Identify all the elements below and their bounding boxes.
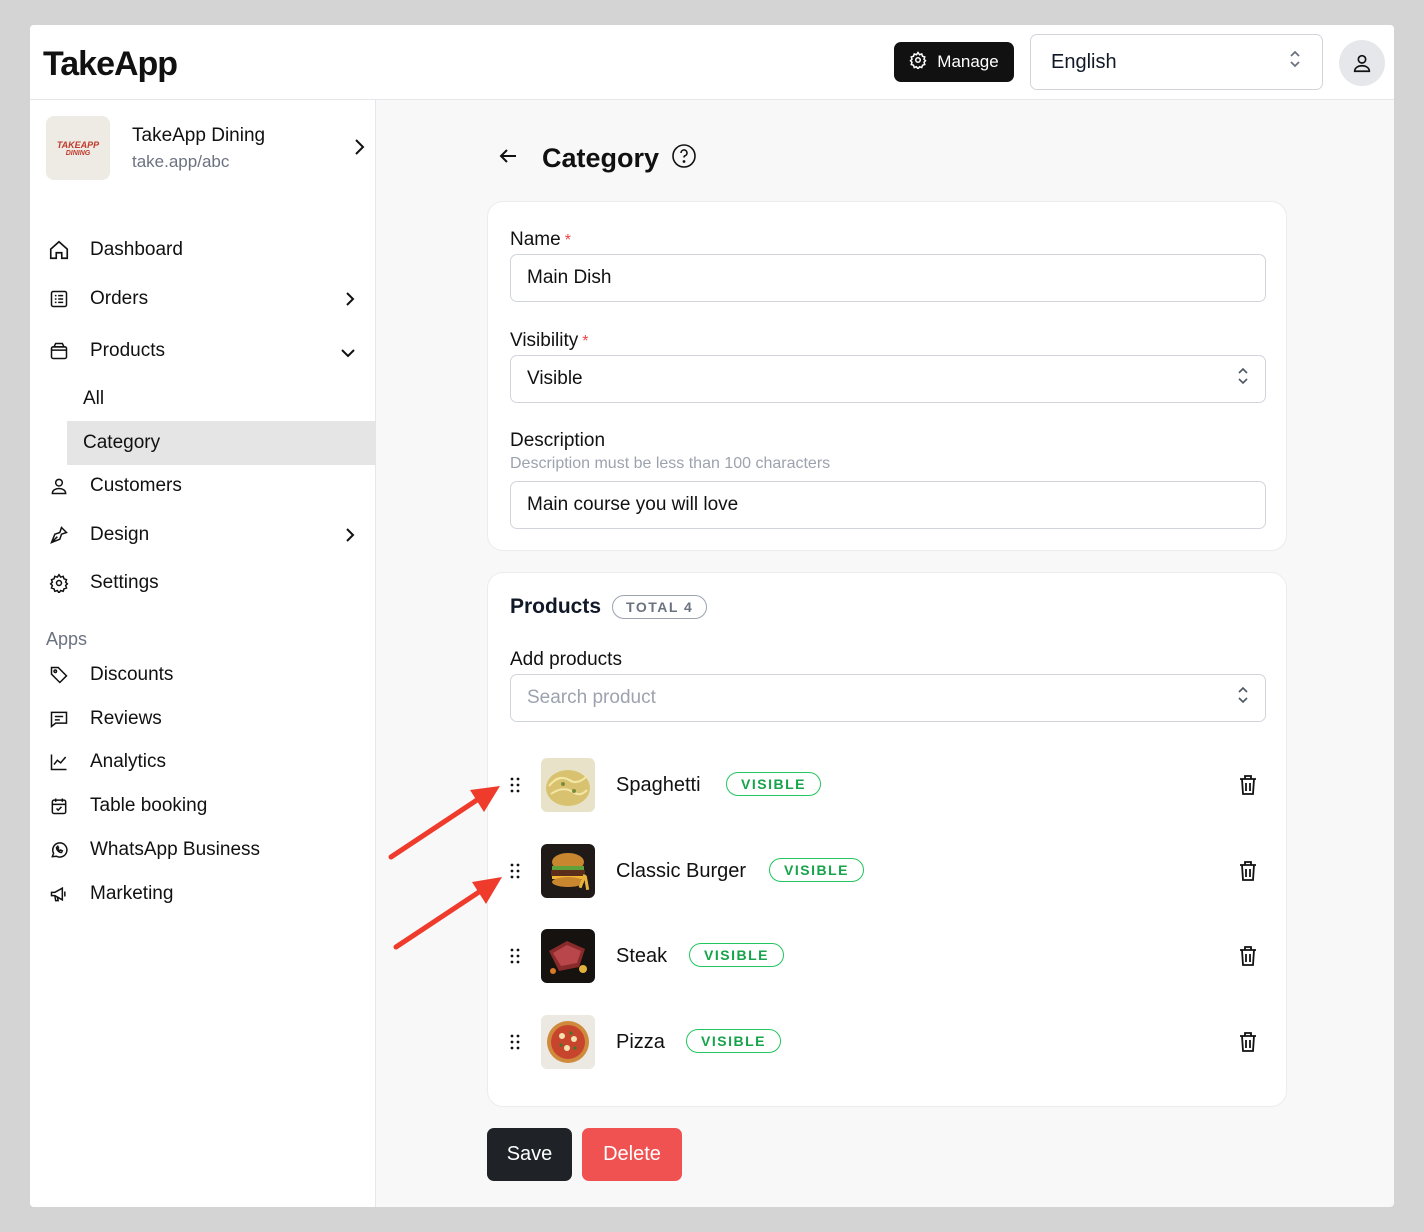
user-avatar[interactable] [1339,40,1385,86]
sidebar-item-table-booking[interactable]: Table booking [30,784,376,828]
product-name: Pizza [616,1031,665,1053]
gear-icon [909,50,927,74]
message-icon [48,708,70,730]
drag-handle-icon[interactable] [510,1034,520,1055]
app-window: TakeApp Manage English TAKEAPP DINING Ta… [30,25,1394,1207]
sidebar-item-discounts[interactable]: Discounts [30,653,376,697]
megaphone-icon [48,883,70,905]
visibility-label: Visibility * [510,330,589,351]
trash-icon[interactable] [1238,860,1258,887]
name-input[interactable]: Main Dish [510,254,1266,302]
list-icon [48,288,70,310]
tag-icon [48,664,70,686]
chevron-updown-icon [1288,49,1302,75]
sidebar-subitem-category[interactable]: Category [67,421,376,465]
store-switcher[interactable]: TAKEAPP DINING TakeApp Dining take.app/a… [46,116,366,180]
user-icon [1353,54,1371,73]
sidebar-item-customers[interactable]: Customers [30,464,376,508]
visibility-select[interactable]: Visible [510,355,1266,403]
page-title: Category [542,142,660,173]
sidebar-item-whatsapp-business[interactable]: WhatsApp Business [30,828,376,872]
description-label: Description [510,430,606,451]
add-products-label: Add products [510,649,622,670]
description-input[interactable]: Main course you will love [510,481,1266,529]
chevron-down-icon [340,343,356,365]
apps-section-label: Apps [46,629,88,649]
sidebar-item-dashboard[interactable]: Dashboard [30,228,376,272]
products-heading: Products TOTAL 4 [510,595,708,619]
pen-icon [48,524,70,546]
name-label: Name * [510,229,571,250]
chevron-updown-icon [1237,686,1249,710]
category-details-card: Name * Main Dish Visibility * Visible Desc… [487,201,1287,551]
sidebar: TAKEAPP DINING TakeApp Dining take.app/a… [30,100,376,1207]
save-button[interactable]: Save [487,1128,572,1181]
product-name: Classic Burger [616,860,747,882]
language-select[interactable]: English [1030,34,1323,90]
product-row: Classic Burger VISIBLE [488,844,1286,900]
help-icon[interactable] [671,143,697,174]
trash-icon[interactable] [1238,1031,1258,1058]
top-bar: TakeApp Manage English [30,25,1394,100]
search-product-select[interactable]: Search product [510,674,1266,722]
sidebar-item-analytics[interactable]: Analytics [30,740,376,784]
sidebar-item-reviews[interactable]: Reviews [30,697,376,741]
user-icon [48,475,70,497]
store-logo: TAKEAPP DINING [46,116,110,180]
product-name: Spaghetti [616,774,701,796]
calendar-icon [48,795,70,817]
page-header: Category [496,140,697,176]
sidebar-item-settings[interactable]: Settings [30,561,376,605]
chevron-right-icon [344,525,356,551]
status-badge: VISIBLE [769,858,864,882]
delete-button[interactable]: Delete [582,1128,682,1181]
steak-thumbnail [541,929,595,983]
whatsapp-icon [48,839,70,861]
chart-icon [48,751,70,773]
drag-handle-icon[interactable] [510,948,520,969]
sidebar-item-design[interactable]: Design [30,513,376,557]
products-card: Products TOTAL 4 Add products Search pro… [487,572,1287,1107]
app-logo[interactable]: TakeApp [43,45,178,84]
product-row: Steak VISIBLE [488,929,1286,985]
burger-thumbnail [541,844,595,898]
status-badge: VISIBLE [726,772,821,796]
pizza-thumbnail [541,1015,595,1069]
box-icon [48,340,70,362]
back-arrow-icon[interactable] [496,144,520,173]
store-name: TakeApp Dining [132,124,266,146]
chevron-right-icon [344,289,356,315]
trash-icon[interactable] [1238,774,1258,801]
spaghetti-thumbnail [541,758,595,812]
drag-handle-icon[interactable] [510,863,520,884]
sidebar-item-products[interactable]: Products [30,329,376,373]
chevron-right-icon [352,136,366,163]
sidebar-item-orders[interactable]: Orders [30,277,376,321]
language-value: English [1051,50,1117,73]
sidebar-item-marketing[interactable]: Marketing [30,872,376,916]
manage-button[interactable]: Manage [894,42,1014,82]
drag-handle-icon[interactable] [510,777,520,798]
chevron-updown-icon [1237,367,1249,391]
gear-icon [48,572,70,594]
manage-label: Manage [937,52,999,71]
sidebar-subitem-all[interactable]: All [67,377,376,421]
store-url: take.app/abc [132,151,230,171]
home-icon [48,239,70,261]
product-row: Pizza VISIBLE [488,1015,1286,1071]
trash-icon[interactable] [1238,945,1258,972]
status-badge: VISIBLE [689,943,784,967]
total-badge: TOTAL 4 [612,595,708,619]
status-badge: VISIBLE [686,1029,781,1053]
product-row: Spaghetti VISIBLE [488,758,1286,814]
description-hint: Description must be less than 100 charac… [510,455,831,472]
product-name: Steak [616,945,668,967]
